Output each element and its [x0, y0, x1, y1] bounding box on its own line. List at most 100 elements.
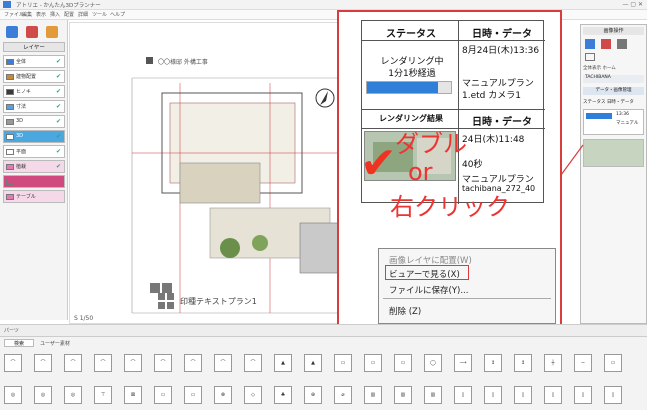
menu-edit[interactable]: 編集: [22, 11, 32, 18]
palette-part-icon[interactable]: ▭: [154, 386, 172, 404]
palette-part-icon[interactable]: ⟶: [454, 354, 472, 372]
right-tab-2[interactable]: ホーム: [602, 66, 615, 71]
palette-part-icon[interactable]: ▯: [604, 386, 622, 404]
layer-item[interactable]: [3, 175, 65, 188]
palette-part-icon[interactable]: ▲: [304, 354, 322, 372]
layer-item[interactable]: 植栽 ✔: [3, 160, 65, 173]
hand-icon[interactable]: [585, 53, 595, 61]
palette-part-icon[interactable]: ▭: [334, 354, 352, 372]
menu-file[interactable]: ファイル: [4, 11, 24, 18]
select-tool-icon[interactable]: [6, 26, 18, 38]
visible-check-icon[interactable]: ✔: [56, 73, 61, 80]
menu-insert[interactable]: 挿入: [50, 11, 60, 18]
palette-part-icon[interactable]: ▥: [364, 386, 382, 404]
left-panel: レイヤー 全体 ✔ 建物配置 ✔ ヒノキ ✔ 寸法 ✔ 3D ✔ 3D ✔ 平面 ✔ 植栽 ✔ …: [0, 20, 68, 320]
palette-part-icon[interactable]: ▥: [424, 386, 442, 404]
palette-part-icon[interactable]: ▲: [274, 354, 292, 372]
menu-arrange[interactable]: 配置: [64, 11, 74, 18]
palette-part-icon[interactable]: ◎: [34, 386, 52, 404]
right-col-status: ステータス: [583, 100, 606, 105]
palette-part-icon[interactable]: ◯: [424, 354, 442, 372]
palette-part-icon[interactable]: ⊠: [124, 386, 142, 404]
layer-swatch: [6, 164, 14, 170]
canvas-footer: 印種テキストプラン1: [180, 297, 257, 306]
palette-part-icon[interactable]: ♣: [274, 386, 292, 404]
palette-part-icon[interactable]: ⌒: [4, 354, 22, 372]
visible-check-icon[interactable]: ✔: [56, 58, 61, 65]
layer-item[interactable]: 建物配置 ✔: [3, 70, 65, 83]
palette-part-icon[interactable]: ⌒: [154, 354, 172, 372]
right-tab-1[interactable]: 全体表示: [583, 66, 601, 71]
layer-label: 3D: [16, 118, 24, 124]
palette-part-icon[interactable]: ◇: [244, 386, 262, 404]
visible-check-icon[interactable]: ✔: [56, 133, 61, 140]
palette-part-icon[interactable]: ⌒: [64, 354, 82, 372]
palette-part-icon[interactable]: ▯: [544, 386, 562, 404]
layer-item[interactable]: 全体 ✔: [3, 55, 65, 68]
palette-part-icon[interactable]: ⌒: [94, 354, 112, 372]
render-thumbnail[interactable]: [583, 139, 644, 167]
palette-part-icon[interactable]: ⊕: [304, 386, 322, 404]
layer-item[interactable]: テーブル: [3, 190, 65, 203]
layer-item[interactable]: 平面 ✔: [3, 145, 65, 158]
palette-row: ⌒ ⌒ ⌒ ⌒ ⌒ ⌒ ⌒ ⌒ ⌒ ▲ ▲ ▭ ▭ ▭ ◯ ⟶ ↕ ↕ ┼ ─ ▭: [4, 351, 644, 375]
palette-part-icon[interactable]: ⌒: [124, 354, 142, 372]
palette-part-icon[interactable]: ⌒: [214, 354, 232, 372]
palette-part-icon[interactable]: ▭: [604, 354, 622, 372]
palette-part-icon[interactable]: ↕: [514, 354, 532, 372]
menu-divider: [383, 298, 551, 299]
visible-check-icon[interactable]: ✔: [56, 163, 61, 170]
col-status-header: ステータス: [386, 29, 436, 40]
menu-item-save-file[interactable]: ファイルに保存(Y)...: [389, 284, 468, 296]
palette-part-icon[interactable]: ▭: [364, 354, 382, 372]
layer-label: 3D: [16, 133, 24, 139]
palette-part-icon[interactable]: ▯: [574, 386, 592, 404]
palette-part-icon[interactable]: ▯: [484, 386, 502, 404]
right-panel: 画像操作 全体表示 ホーム TACHIBANA データ・画像管理 ステータス 日…: [561, 24, 647, 324]
annotation-line1: ダブル: [395, 130, 467, 158]
cube-icon[interactable]: [585, 39, 595, 49]
palette-part-icon[interactable]: ▯: [454, 386, 472, 404]
palette-part-icon[interactable]: ▭: [394, 354, 412, 372]
palette-part-icon[interactable]: ⌒: [184, 354, 202, 372]
palette-part-icon[interactable]: ↕: [484, 354, 502, 372]
palette-part-icon[interactable]: ┼: [544, 354, 562, 372]
window-controls[interactable]: — ▢ ✕: [622, 1, 643, 8]
visible-check-icon[interactable]: ✔: [56, 88, 61, 95]
menu-tools[interactable]: ツール: [92, 11, 107, 18]
palette-part-icon[interactable]: ▯: [514, 386, 532, 404]
layer-item[interactable]: 3D ✔: [3, 115, 65, 128]
palette-part-icon[interactable]: ⊤: [94, 386, 112, 404]
palette-part-icon[interactable]: ▥: [394, 386, 412, 404]
person-icon[interactable]: [617, 39, 627, 49]
visible-check-icon[interactable]: ✔: [56, 148, 61, 155]
scale-label: S 1/50: [74, 315, 94, 322]
search-button[interactable]: 検索: [4, 339, 34, 347]
menu-item-viewer[interactable]: ビュアーで見る(X): [389, 268, 460, 280]
visible-check-icon[interactable]: ✔: [56, 118, 61, 125]
palette-part-icon[interactable]: ⌒: [34, 354, 52, 372]
camera-icon[interactable]: [601, 39, 611, 49]
menu-item-delete[interactable]: 削除 (Z): [389, 305, 421, 317]
render-entry[interactable]: 13:36 マニュアル: [583, 109, 644, 135]
layer-item-selected[interactable]: 3D ✔: [3, 130, 65, 143]
menu-view[interactable]: 表示: [36, 11, 46, 18]
palette-part-icon[interactable]: ◎: [4, 386, 22, 404]
palette-part-icon[interactable]: ▭: [184, 386, 202, 404]
palette-part-icon[interactable]: ⌒: [244, 354, 262, 372]
title-bar: アトリエ - かんたん3Dプランナー — ▢ ✕: [0, 0, 647, 10]
layer-item[interactable]: ヒノキ ✔: [3, 85, 65, 98]
palette-part-icon[interactable]: ─: [574, 354, 592, 372]
tab-user-parts[interactable]: ユーザー素材: [40, 340, 70, 347]
menu-help[interactable]: ヘルプ: [110, 11, 125, 18]
visible-check-icon[interactable]: ✔: [56, 103, 61, 110]
palette-part-icon[interactable]: ◎: [64, 386, 82, 404]
connector-line: [561, 144, 584, 176]
layer-item[interactable]: 寸法 ✔: [3, 100, 65, 113]
palette-part-icon[interactable]: ⌀: [334, 386, 352, 404]
edit-tool-icon[interactable]: [46, 26, 58, 38]
palette-part-icon[interactable]: ⊗: [214, 386, 232, 404]
layer-label: 平面: [16, 149, 27, 155]
menu-detail[interactable]: 詳細: [78, 11, 88, 18]
draw-tool-icon[interactable]: [26, 26, 38, 38]
